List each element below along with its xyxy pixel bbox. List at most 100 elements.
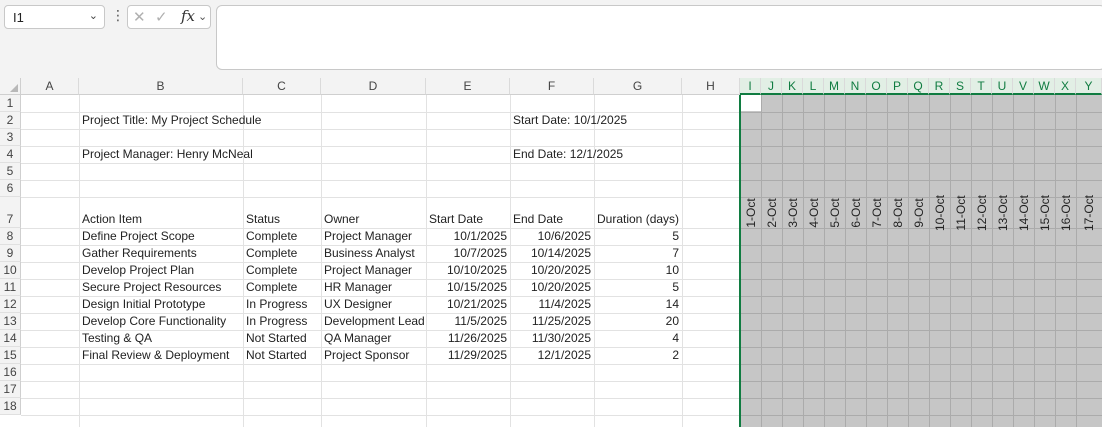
- gantt-date-label: 12-Oct: [974, 194, 989, 231]
- table-header-cell: Action Item: [82, 212, 143, 226]
- column-header-r[interactable]: R: [929, 78, 950, 95]
- gridline: [243, 95, 244, 427]
- task-cell: 10/7/2025: [453, 246, 507, 260]
- gantt-gridline: [803, 95, 804, 427]
- gantt-gridline: [740, 279, 1102, 280]
- task-cell: 2: [672, 348, 679, 362]
- task-cell: Not Started: [246, 331, 307, 345]
- formula-input[interactable]: [216, 5, 1102, 70]
- task-cell: Complete: [246, 229, 298, 243]
- task-cell: 11/5/2025: [454, 314, 508, 328]
- table-header-cell: Status: [246, 212, 281, 226]
- gridline: [21, 415, 740, 416]
- column-header-m[interactable]: M: [824, 78, 845, 95]
- name-box-value: I1: [13, 10, 24, 25]
- gantt-gridline: [740, 163, 1102, 164]
- column-header-l[interactable]: L: [803, 78, 824, 95]
- gantt-gridline: [740, 146, 1102, 147]
- row-header-15[interactable]: 15: [0, 347, 21, 364]
- gantt-gridline: [740, 180, 1102, 181]
- chevron-down-icon[interactable]: ⌄: [89, 9, 98, 22]
- row-header-8[interactable]: 8: [0, 228, 21, 245]
- row-header-10[interactable]: 10: [0, 262, 21, 279]
- column-header-u[interactable]: U: [992, 78, 1013, 95]
- column-header-d[interactable]: D: [321, 78, 426, 95]
- table-header-cell: Duration (days): [597, 212, 680, 226]
- task-cell: Testing & QA: [82, 331, 153, 345]
- selected-column-indicator: [739, 95, 741, 427]
- gantt-date-label: 16-Oct: [1058, 194, 1073, 231]
- gantt-gridline: [824, 95, 825, 427]
- row-header-13[interactable]: 13: [0, 313, 21, 330]
- more-options-icon[interactable]: ⋮: [111, 8, 125, 22]
- column-header-e[interactable]: E: [426, 78, 510, 95]
- row-header-6[interactable]: 6: [0, 180, 21, 197]
- row-header-17[interactable]: 17: [0, 381, 21, 398]
- column-header-n[interactable]: N: [845, 78, 866, 95]
- column-header-w[interactable]: W: [1034, 78, 1055, 95]
- column-header-k[interactable]: K: [782, 78, 803, 95]
- column-header-a[interactable]: A: [21, 78, 79, 95]
- column-header-s[interactable]: S: [950, 78, 971, 95]
- row-header-14[interactable]: 14: [0, 330, 21, 347]
- gantt-gridline: [740, 381, 1102, 382]
- column-header-f[interactable]: F: [510, 78, 594, 95]
- column-header-q[interactable]: Q: [908, 78, 929, 95]
- column-header-i[interactable]: I: [740, 78, 761, 95]
- task-cell: 4: [672, 331, 679, 345]
- gantt-date-label: 14-Oct: [1016, 194, 1031, 231]
- task-cell: UX Designer: [324, 297, 393, 311]
- task-cell: 10/14/2025: [530, 246, 591, 260]
- table-header-cell: End Date: [513, 212, 564, 226]
- chevron-down-icon[interactable]: ⌄: [198, 10, 207, 23]
- enter-check-icon[interactable]: ✓: [155, 8, 168, 26]
- gridline: [21, 180, 740, 181]
- task-cell: 10/10/2025: [446, 263, 507, 277]
- task-cell: 11/4/2025: [538, 297, 592, 311]
- column-header-b[interactable]: B: [79, 78, 243, 95]
- row-header-9[interactable]: 9: [0, 245, 21, 262]
- task-cell: Develop Project Plan: [82, 263, 195, 277]
- column-header-g[interactable]: G: [594, 78, 682, 95]
- gantt-date-label: 13-Oct: [995, 194, 1010, 231]
- row-header-16[interactable]: 16: [0, 364, 21, 381]
- gantt-date-label: 6-Oct: [848, 197, 863, 228]
- row-header-18[interactable]: 18: [0, 398, 21, 415]
- column-header-y[interactable]: Y: [1076, 78, 1102, 95]
- cancel-icon[interactable]: ✕: [133, 8, 146, 26]
- column-header-j[interactable]: J: [761, 78, 782, 95]
- spreadsheet-grid[interactable]: ABCDEFGHIJKLMNOPQRSTUVWXY 1 2 3 4 5 6 7 8 9 10 11 1…: [0, 78, 1102, 427]
- name-box[interactable]: I1 ⌄: [4, 5, 105, 29]
- gantt-gridline: [740, 296, 1102, 297]
- gridline: [21, 398, 740, 399]
- gridline: [21, 197, 740, 198]
- formula-actions: ✕ ✓ fx ⌄: [127, 5, 211, 29]
- column-header-t[interactable]: T: [971, 78, 992, 95]
- insert-function-icon[interactable]: fx: [181, 7, 195, 25]
- column-header-c[interactable]: C: [243, 78, 321, 95]
- row-header-12[interactable]: 12: [0, 296, 21, 313]
- gantt-gridline: [992, 95, 993, 427]
- row-header-3[interactable]: 3: [0, 129, 21, 146]
- column-header-h[interactable]: H: [682, 78, 740, 95]
- row-header-7[interactable]: 7: [0, 197, 21, 228]
- row-header-5[interactable]: 5: [0, 163, 21, 180]
- gantt-chart-area[interactable]: [740, 95, 1102, 427]
- gantt-gridline: [908, 95, 909, 427]
- column-header-o[interactable]: O: [866, 78, 887, 95]
- row-header-2[interactable]: 2: [0, 112, 21, 129]
- select-all-button[interactable]: [0, 78, 21, 95]
- column-header-v[interactable]: V: [1013, 78, 1034, 95]
- row-header-11[interactable]: 11: [0, 279, 21, 296]
- task-cell: 11/29/2025: [447, 348, 507, 362]
- row-header-4[interactable]: 4: [0, 146, 21, 163]
- gridline: [682, 95, 683, 427]
- gantt-date-label: 5-Oct: [827, 197, 842, 228]
- column-header-p[interactable]: P: [887, 78, 908, 95]
- column-header-x[interactable]: X: [1055, 78, 1076, 95]
- task-cell: Complete: [246, 263, 298, 277]
- active-cell[interactable]: [741, 95, 761, 111]
- row-header-1[interactable]: 1: [0, 95, 21, 112]
- gridline: [21, 129, 740, 130]
- gantt-gridline: [740, 313, 1102, 314]
